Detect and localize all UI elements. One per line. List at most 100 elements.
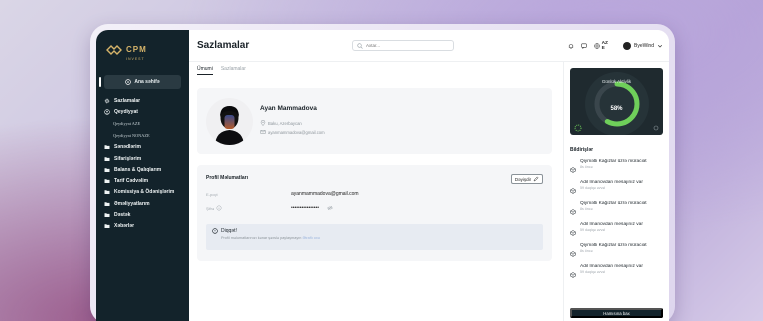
sidebar-item-s-n-dl-rim[interactable]: Sənədlərim xyxy=(96,142,189,153)
pencil-icon xyxy=(533,176,539,182)
profile-info-card: Profil Məlumatları Dəyişdir E-poçt ayanm… xyxy=(197,165,552,261)
language-switch[interactable]: AZ E xyxy=(593,40,608,51)
notification-list: Qiymətli Kağızlar üzrə müraciət 8s öncə Ad… xyxy=(570,159,663,279)
sidebar-item-label: Sazlamalar xyxy=(114,97,141,104)
language-label: AZ E xyxy=(601,40,608,51)
sidebar-item-label: Qeydiyyat NONAZE xyxy=(113,133,150,139)
notification-text: Qiymətli Kağızlar üzrə müraciət xyxy=(580,159,647,164)
notification-time: 59 dəqiqə əvvəl xyxy=(580,228,606,232)
profile-name: Ayan Mammadova xyxy=(260,105,317,112)
alert-icon xyxy=(212,228,218,234)
topbar-actions: AZ E ByeWind xyxy=(568,41,663,51)
email-label: E-poçt xyxy=(206,191,218,197)
notification-item[interactable]: Adil İmanovdan mesajınız var 59 dəqiqə əv… xyxy=(570,264,663,279)
sidebar-item-d-st-k[interactable]: Dəstək xyxy=(96,209,189,220)
notification-icon xyxy=(570,244,576,257)
folder-icon xyxy=(104,167,110,173)
app-window: CPM INVEST Ana səhifə Sazlamalar Qeydiyya… xyxy=(96,30,669,321)
notification-text: Qiymətli Kağızlar üzrə müraciət xyxy=(580,243,647,248)
sidebar-item-qeydiyyat-nonaze[interactable]: Qeydiyyat NONAZE xyxy=(96,130,189,142)
avatar xyxy=(622,41,631,50)
sidebar-nav: Ana səhifə Sazlamalar Qeydiyyat Qeydiyyat … xyxy=(96,75,189,232)
sidebar-item-label: Xəbərlər xyxy=(114,223,135,230)
activity-percent: 58% xyxy=(610,106,623,112)
search-input[interactable] xyxy=(366,43,446,48)
notification-time: 59 dəqiqə əvvəl xyxy=(580,186,606,190)
warning-note: Diqqət! Profil məlumatlarınızı kənar şəx… xyxy=(206,224,543,250)
notification-time: 59 dəqiqə əvvəl xyxy=(580,270,606,274)
sidebar-item-x-b-rl-r[interactable]: Xəbərlər xyxy=(96,221,189,232)
profile-avatar xyxy=(206,98,253,145)
page-title: Sazlamalar xyxy=(197,40,250,51)
sidebar-item-komissiya-d-ni-l-rim[interactable]: Komissiya & Ödənişlərim xyxy=(96,187,189,198)
activity-title: Günlük Aktivlik xyxy=(601,79,632,84)
sidebar-item-sazlamalar[interactable]: Sazlamalar xyxy=(96,95,189,106)
sidebar-item-label: Komissiya & Ödənişlərim xyxy=(114,189,175,196)
sidebar-item-m-liyyatlar-m[interactable]: Əməliyyatlarım xyxy=(96,198,189,209)
bell-icon[interactable] xyxy=(568,43,574,49)
email-text: ayanmammadova@gmail.com xyxy=(268,129,325,135)
user-menu[interactable]: ByeWind xyxy=(622,41,663,50)
gear-icon xyxy=(104,98,110,104)
sidebar-item-qeydiyyat-aze[interactable]: Qeydiyyat AZE xyxy=(96,118,189,130)
sidebar-item-sifari-l-rim[interactable]: Sifarişlərim xyxy=(96,153,189,164)
folder-icon xyxy=(104,178,110,184)
notification-time: 8s öncə xyxy=(580,165,593,169)
notification-time: 8s öncə xyxy=(580,207,593,211)
info-icon xyxy=(216,205,222,211)
notification-text: Adil İmanovdan mesajınız var xyxy=(580,222,643,227)
search-box[interactable] xyxy=(352,40,454,51)
eye-off-icon[interactable] xyxy=(327,205,333,211)
tab-settings[interactable]: Sazlamalar xyxy=(221,66,246,74)
notification-body: Qiymətli Kağızlar üzrə müraciət 8s öncə xyxy=(580,201,658,216)
notification-item[interactable]: Qiymətli Kağızlar üzrə müraciət 8s öncə xyxy=(570,243,663,258)
notifications-title: Bildirişlər xyxy=(570,147,594,153)
right-panel: Günlük Aktivlik 58% Bildirişlər Qiymətli… xyxy=(563,62,669,321)
tab-general[interactable]: Ümumi xyxy=(197,66,213,75)
section-title: Profil Məlumatları xyxy=(206,175,248,181)
read-more-link[interactable]: Ətraflı oxu xyxy=(302,236,319,240)
view-all-button[interactable]: Hamısına bax xyxy=(570,308,663,318)
notification-item[interactable]: Qiymətli Kağızlar üzrə müraciət 8s öncə xyxy=(570,201,663,216)
logo: CPM INVEST xyxy=(96,30,189,61)
logo-mark-icon xyxy=(106,43,122,57)
notification-item[interactable]: Qiymətli Kağızlar üzrə müraciət 8s öncə xyxy=(570,159,663,174)
sidebar-item-label: Qeydiyyat xyxy=(114,108,138,115)
notification-body: Qiymətli Kağızlar üzrə müraciət 8s öncə xyxy=(580,243,658,258)
email-row: E-poçt ayanmammadova@gmail.com xyxy=(206,191,436,197)
sidebar-item-label: Balans & Qalıqlarım xyxy=(114,166,162,173)
location-pin-icon xyxy=(260,120,266,126)
chat-icon[interactable] xyxy=(580,43,587,49)
notification-item[interactable]: Adil İmanovdan mesajınız var 59 dəqiqə əv… xyxy=(570,180,663,195)
sidebar-item-label: Əməliyyatlarım xyxy=(114,200,150,207)
chevron-down-icon xyxy=(657,43,663,49)
settings-content: Ümumi Sazlamalar Ayan Mammadova Baku, Az… xyxy=(197,66,552,261)
note-text: Profil məlumatlarınızı kənar şəxslə payl… xyxy=(221,236,320,240)
note-title: Diqqət! xyxy=(221,228,237,234)
profile-email: ayanmammadova@gmail.com xyxy=(260,129,325,135)
notification-icon xyxy=(570,202,576,215)
notification-item[interactable]: Adil İmanovdan mesajınız var 59 dəqiqə əv… xyxy=(570,222,663,237)
sidebar-item-home[interactable]: Ana səhifə xyxy=(99,75,181,89)
folder-icon xyxy=(104,223,110,229)
sidebar-item-label: Tarif Cədvəlim xyxy=(114,178,149,185)
sidebar-item-balans-qal-qlar-m[interactable]: Balans & Qalıqlarım xyxy=(96,164,189,175)
home-icon xyxy=(125,79,132,85)
profile-location: Baku, Azerbaycan xyxy=(260,120,302,126)
edit-button[interactable]: Dəyişdir xyxy=(511,174,543,184)
main-area: Sazlamalar AZE ByeWind xyxy=(189,30,669,321)
folder-icon xyxy=(104,212,110,218)
notification-icon xyxy=(570,160,576,173)
password-label-wrap: Şifrə xyxy=(206,205,291,211)
password-value: •••••••••••••••• xyxy=(291,205,320,211)
password-label: Şifrə xyxy=(206,205,215,211)
user-name: ByeWind xyxy=(633,42,654,49)
folder-icon xyxy=(104,144,110,150)
sidebar-item-qeydiyyat[interactable]: Qeydiyyat xyxy=(96,106,189,117)
sidebar-item-label: Ana səhifə xyxy=(134,79,160,85)
mail-icon xyxy=(260,129,266,135)
location-text: Baku, Azerbaycan xyxy=(268,120,302,126)
profile-card: Ayan Mammadova Baku, Azerbaycan ayanmamm… xyxy=(197,88,552,154)
folder-icon xyxy=(104,189,110,195)
sidebar-item-tarif-c-dv-lim[interactable]: Tarif Cədvəlim xyxy=(96,175,189,186)
